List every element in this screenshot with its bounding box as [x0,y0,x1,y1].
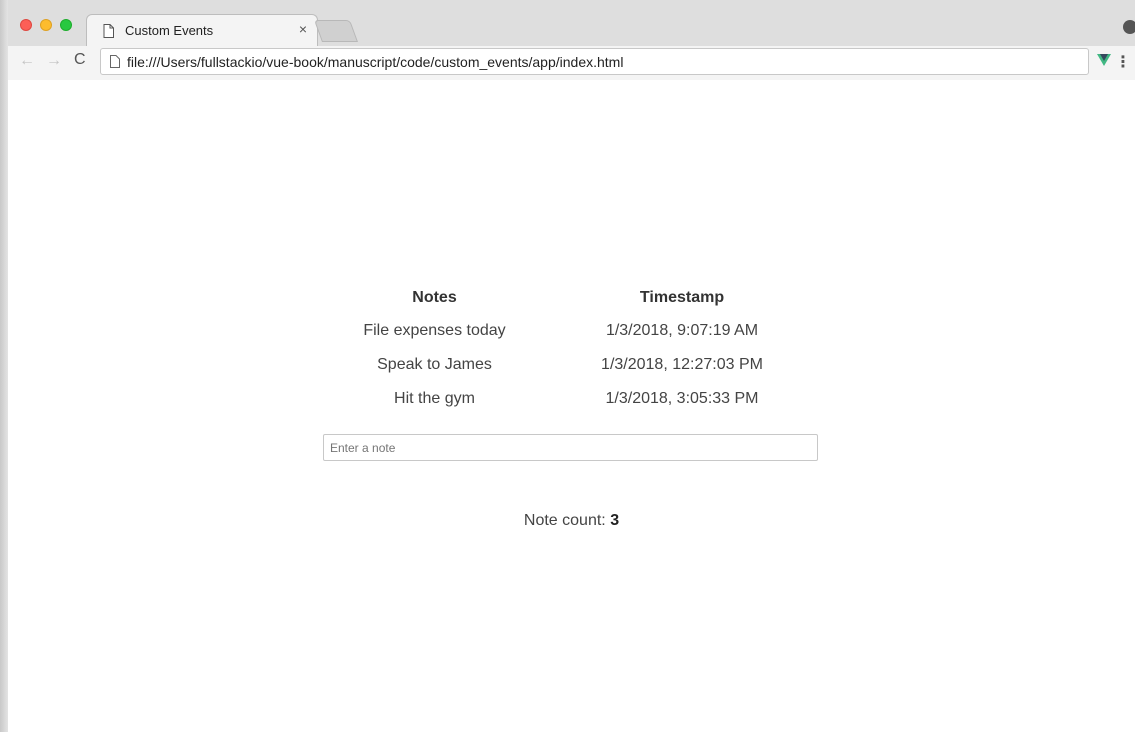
menu-icon[interactable]: ⋮ [1115,52,1131,72]
table-row: File expenses today 1/3/2018, 9:07:19 AM [348,314,843,348]
forward-arrow-icon[interactable]: → [46,52,62,70]
browser-toolbar: ← → C file:///Users/fullstackio/vue-book… [8,46,1135,80]
note-cell: Hit the gym [394,390,475,407]
note-cell: File expenses today [363,322,506,339]
browser-chrome: Custom Events × ← → C file:///Users/full… [8,0,1135,80]
reload-icon[interactable]: C [74,51,86,69]
note-count-value: 3 [610,512,620,529]
close-window-button[interactable] [20,19,32,31]
tab-close-icon[interactable]: × [299,21,307,37]
browser-tab[interactable]: Custom Events × [86,14,318,47]
timestamp-cell: 1/3/2018, 3:05:33 PM [605,390,759,407]
note-input[interactable] [323,434,818,461]
file-icon [110,55,120,68]
zoom-window-button[interactable] [60,19,72,31]
notes-table: Notes Timestamp File expenses today 1/3/… [348,286,843,416]
notes-column-header: Notes [412,288,457,306]
tab-title: Custom Events [125,23,214,38]
minimize-window-button[interactable] [40,19,52,31]
note-count-label: Note count: [523,512,611,529]
note-count: Note count: 3 [8,512,1135,530]
page-content: Notes Timestamp File expenses today 1/3/… [8,81,1135,732]
vue-devtools-icon[interactable] [1097,54,1111,66]
timestamp-column-header: Timestamp [639,288,725,306]
table-header-row: Notes Timestamp [348,286,843,314]
table-row: Speak to James 1/3/2018, 12:27:03 PM [348,348,843,382]
table-row: Hit the gym 1/3/2018, 3:05:33 PM [348,382,843,416]
address-bar[interactable]: file:///Users/fullstackio/vue-book/manus… [100,48,1089,75]
timestamp-cell: 1/3/2018, 9:07:19 AM [605,322,759,339]
title-bar: Custom Events × [8,0,1135,47]
timestamp-cell: 1/3/2018, 12:27:03 PM [601,356,763,373]
page-icon [103,24,114,38]
window-edge [0,0,8,732]
profile-icon[interactable] [1123,20,1135,34]
new-tab-button[interactable] [313,20,359,42]
note-cell: Speak to James [377,356,492,373]
url-text[interactable]: file:///Users/fullstackio/vue-book/manus… [127,54,623,70]
back-arrow-icon[interactable]: ← [19,52,35,70]
